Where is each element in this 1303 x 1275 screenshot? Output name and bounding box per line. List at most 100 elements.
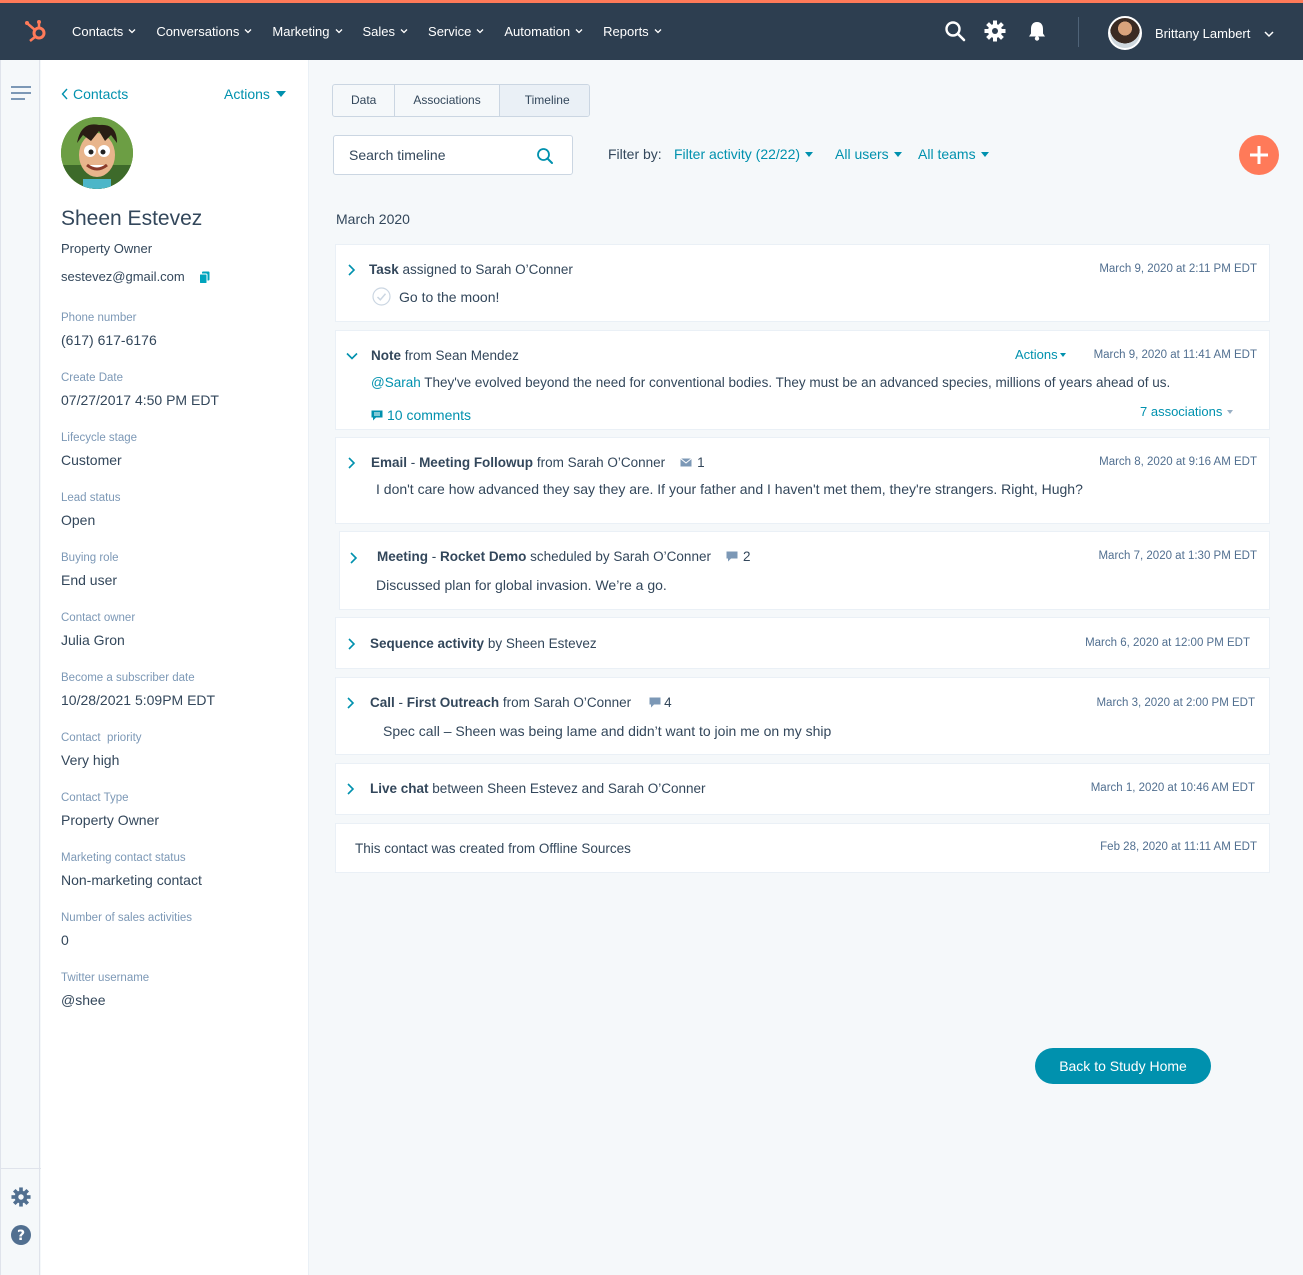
filter-activity-dropdown[interactable]: Filter activity (22/22) (674, 146, 814, 162)
timeline-card-meeting: Meeting - Rocket Demo scheduled by Sarah… (339, 531, 1270, 610)
property-contact-owner: Contact owner Julia Gron (61, 612, 135, 648)
activity-type: Live chat (370, 781, 429, 796)
chevron-right-icon[interactable] (346, 264, 358, 276)
mention-link[interactable]: @Sarah (371, 375, 421, 390)
property-label: Create Date (61, 372, 124, 384)
property-buying-role: Buying role End user (61, 552, 119, 588)
caret-down-icon (275, 91, 286, 97)
comment-icon (726, 551, 738, 562)
activity-date: March 9, 2020 at 2:11 PM EDT (1099, 263, 1257, 275)
property-value[interactable]: Open (61, 512, 120, 528)
search-icon[interactable] (944, 20, 966, 42)
property-value[interactable]: Very high (61, 752, 142, 768)
filter-teams-label: All teams (918, 146, 976, 162)
activity-detail: by Sheen Estevez (487, 636, 597, 651)
nav-marketing[interactable]: Marketing (272, 24, 342, 39)
comment-count: 4 (664, 695, 672, 710)
add-activity-button[interactable] (1239, 135, 1279, 175)
timeline-card-task: Task assigned to Sarah O’Conner March 9,… (335, 244, 1270, 322)
activity-date: March 3, 2020 at 2:00 PM EDT (1096, 697, 1255, 709)
copy-icon[interactable] (198, 271, 210, 284)
meeting-subject: Rocket Demo (440, 549, 527, 564)
property-label: Contact owner (61, 612, 136, 624)
comment-count: 2 (742, 549, 751, 564)
search-icon[interactable] (536, 147, 554, 165)
chevron-right-icon[interactable] (348, 552, 360, 564)
property-value[interactable]: End user (61, 572, 119, 588)
property-value[interactable]: Customer (61, 452, 137, 468)
card-header: Call - First Outreach from Sarah O’Conne… (370, 695, 672, 710)
task-checkbox-icon[interactable] (372, 287, 391, 306)
tab-data[interactable]: Data (333, 85, 396, 116)
nav-service[interactable]: Service (428, 24, 484, 39)
left-rail: ? (0, 60, 41, 1275)
hubspot-logo-icon[interactable] (23, 18, 49, 44)
tab-timeline[interactable]: Timeline (499, 85, 589, 116)
note-comments-link[interactable]: 10 comments (371, 407, 471, 423)
back-to-contacts-link[interactable]: Contacts (61, 86, 128, 102)
property-label: Number of sales activities (61, 912, 193, 924)
chevron-down-icon[interactable] (1264, 29, 1274, 39)
chevron-right-icon[interactable] (346, 638, 358, 650)
contact-email: sestevez@gmail.com (61, 269, 210, 284)
help-icon[interactable]: ? (11, 1225, 31, 1245)
bell-icon[interactable] (1026, 20, 1048, 42)
contact-sidebar: Contacts Actions Sheen Estevez Property … (41, 60, 309, 1275)
separator: - (398, 695, 404, 710)
caret-down-icon (1227, 409, 1234, 414)
email-subject: Meeting Followup (419, 455, 534, 470)
property-value[interactable]: 0 (61, 932, 192, 948)
property-value[interactable]: Julia Gron (61, 632, 135, 648)
main-nav: Contacts Conversations Marketing Sales S… (72, 3, 682, 60)
activity-detail: scheduled by Sarah O’Conner (530, 549, 711, 564)
settings-gear-icon[interactable] (11, 1187, 31, 1207)
chevron-down-icon[interactable] (346, 350, 358, 362)
tab-associations[interactable]: Associations (395, 85, 500, 116)
menu-icon[interactable] (11, 85, 31, 101)
email-count: 1 (697, 455, 705, 470)
note-associations-dropdown[interactable]: 7 associations (1140, 404, 1234, 419)
contact-avatar[interactable] (61, 117, 133, 189)
timeline-search-input[interactable]: Search timeline (333, 135, 573, 175)
property-lifecycle-stage: Lifecycle stage Customer (61, 432, 137, 468)
nav-reports[interactable]: Reports (603, 24, 662, 39)
chevron-right-icon[interactable] (346, 457, 358, 469)
property-label: Contact Type (61, 792, 129, 804)
gear-icon[interactable] (984, 20, 1006, 42)
property-label: Lead status (61, 492, 121, 504)
nav-conversations[interactable]: Conversations (156, 24, 252, 39)
chevron-down-icon (654, 29, 662, 34)
contact-actions-dropdown[interactable]: Actions (224, 86, 286, 102)
filter-teams-dropdown[interactable]: All teams (918, 146, 989, 162)
chevron-down-icon (400, 29, 408, 34)
nav-sales[interactable]: Sales (363, 24, 409, 39)
property-value[interactable]: 10/28/2021 5:09PM EDT (61, 692, 215, 708)
nav-label: Service (428, 24, 472, 39)
actions-label: Actions (224, 86, 270, 102)
nav-label: Contacts (72, 24, 124, 39)
timeline-card-call: Call - First Outreach from Sarah O’Conne… (335, 677, 1270, 755)
filter-users-label: All users (835, 146, 889, 162)
user-name[interactable]: Brittany Lambert (1155, 26, 1250, 41)
meeting-body: Discussed plan for global invasion. We’r… (376, 577, 667, 593)
property-value[interactable]: Non-marketing contact (61, 872, 202, 888)
nav-automation[interactable]: Automation (504, 24, 583, 39)
property-value[interactable]: @shee (61, 992, 149, 1008)
note-text: They've evolved beyond the need for conv… (424, 375, 1171, 390)
property-value[interactable]: 07/27/2017 4:50 PM EDT (61, 392, 219, 408)
nav-label: Reports (603, 24, 649, 39)
chevron-right-icon[interactable] (345, 697, 357, 709)
property-value[interactable]: Property Owner (61, 812, 159, 828)
nav-contacts[interactable]: Contacts (72, 24, 136, 39)
filter-users-dropdown[interactable]: All users (835, 146, 902, 162)
nav-label: Automation (504, 24, 571, 39)
property-value[interactable]: (617) 617-6176 (61, 332, 157, 348)
user-avatar[interactable] (1108, 16, 1142, 50)
chevron-right-icon[interactable] (345, 783, 357, 795)
note-actions-dropdown[interactable]: Actions (1015, 347, 1066, 362)
activity-type: Call (370, 695, 395, 710)
email-body: I don't care how advanced they say they … (376, 481, 1083, 497)
created-source-text: This contact was created from Offline So… (355, 841, 631, 856)
timeline-card-live-chat: Live chat between Sheen Estevez and Sara… (335, 763, 1270, 815)
back-to-study-home-button[interactable]: Back to Study Home (1035, 1048, 1211, 1084)
